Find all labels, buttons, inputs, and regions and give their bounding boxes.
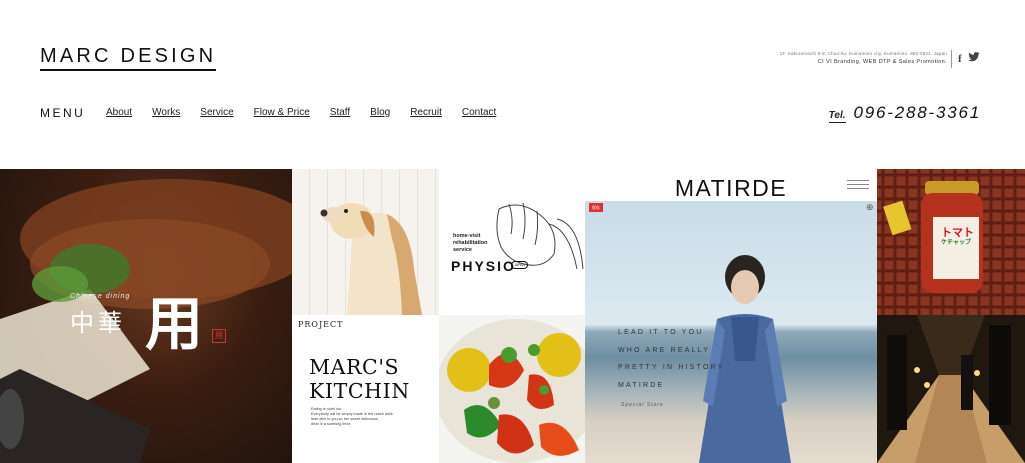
ketchup-label-sub: ケチャップ [941, 240, 971, 246]
work-tile-corridor[interactable] [877, 315, 1025, 463]
tel-number[interactable]: 096-288-3361 [854, 103, 981, 123]
nav-blog[interactable]: Blog [370, 107, 390, 118]
company-info: 1F. Sakuramachi 5-9, Chuo-ku, Kumamoto c… [780, 51, 947, 65]
facebook-icon[interactable]: f [958, 53, 962, 65]
chinese-dining-title: 中華 [70, 309, 126, 337]
marcs-kitchin-desc-4: dishi in a soething liece. [311, 422, 352, 426]
nav-service[interactable]: Service [200, 107, 233, 118]
company-address: 1F. Sakuramachi 5-9, Chuo-ku, Kumamoto c… [779, 51, 947, 56]
physio-line-2: rehabilitation [453, 240, 488, 246]
social-links: f [958, 52, 980, 65]
marcs-kitchin-description: Eating is nutrit ion. Everybody will be … [311, 407, 416, 427]
matirde-copy-2: WHO ARE REALLY [618, 346, 711, 354]
matirde-copy-4: MATIRDE [618, 381, 665, 389]
matirde-copy-1: LEAD IT TO YOU [618, 329, 704, 336]
marcs-kitchin-title-line-2: KITCHIN [309, 379, 410, 403]
physio-logo: PHYSIO [451, 258, 516, 274]
company-tagline: CI VI Branding, WEB DTP & Sales Promotio… [817, 59, 947, 65]
work-tile-physio[interactable]: home-visit rehabilitation service PHYSIO… [439, 169, 585, 315]
plus-icon[interactable]: ⊕ [866, 202, 874, 213]
salad-photo [439, 319, 585, 463]
chinese-dining-mark: 用 [145, 290, 204, 358]
project-label: PROJECT [298, 320, 344, 329]
menu-label: MENU [40, 106, 86, 120]
physio-badge: JAPAN [511, 261, 529, 269]
nav-flow-price[interactable]: Flow & Price [254, 107, 310, 118]
nav-works[interactable]: Works [152, 107, 180, 118]
work-tile-ketchup[interactable]: トマト ケチャップ [877, 169, 1025, 315]
matirde-copy-3: PRETTY IN HISTORY [618, 364, 725, 371]
header-divider [951, 50, 952, 68]
nav-about[interactable]: About [106, 107, 132, 118]
physio-line-3: service [453, 247, 472, 253]
physio-line-1: home-visit [453, 233, 481, 239]
save-badge[interactable]: 保存 [589, 203, 603, 212]
nav-staff[interactable]: Staff [330, 107, 350, 118]
work-tile-salad[interactable] [439, 315, 585, 463]
physio-description: home-visit rehabilitation service [453, 233, 488, 254]
dog-photo [320, 203, 422, 315]
phone-contact[interactable]: Tel. 096-288-3361 [828, 103, 981, 123]
marcs-kitchin-title-line-1: MARC'S [309, 355, 400, 379]
ketchup-label-main: トマト [941, 227, 974, 239]
nav-recruit[interactable]: Recruit [410, 107, 442, 118]
matirde-copy: LEAD IT TO YOU WHO ARE REALLY PRETTY IN … [618, 324, 725, 394]
work-tile-chinese-dining[interactable]: Chinese dining 中華 用 用 [0, 169, 292, 463]
corridor-photo [877, 315, 1025, 463]
work-tile-marcs-kitchin[interactable]: PROJECT MARC'S KITCHIN Eating is nutrit … [292, 315, 439, 463]
marcs-kitchin-title: MARC'S KITCHIN [309, 355, 410, 403]
tel-label: Tel. [828, 110, 846, 123]
twitter-icon[interactable] [967, 52, 980, 65]
hamburger-menu-icon[interactable] [847, 180, 869, 192]
chinese-dining-seal: 用 [212, 329, 226, 343]
main-nav: About Works Service Flow & Price Staff B… [106, 107, 516, 118]
work-tile-dog[interactable] [292, 169, 439, 315]
site-logo[interactable]: MARC DESIGN [40, 45, 217, 71]
nav-contact[interactable]: Contact [462, 107, 496, 118]
matirde-brand: MATIRDE [674, 175, 788, 201]
work-tile-matirde[interactable]: MATIRDE 保存 ⊕ LEAD IT TO YOU WHO ARE REAL… [585, 169, 877, 463]
matirde-signature: Special Store [621, 402, 664, 408]
chinese-dining-subtitle: Chinese dining [70, 293, 131, 300]
